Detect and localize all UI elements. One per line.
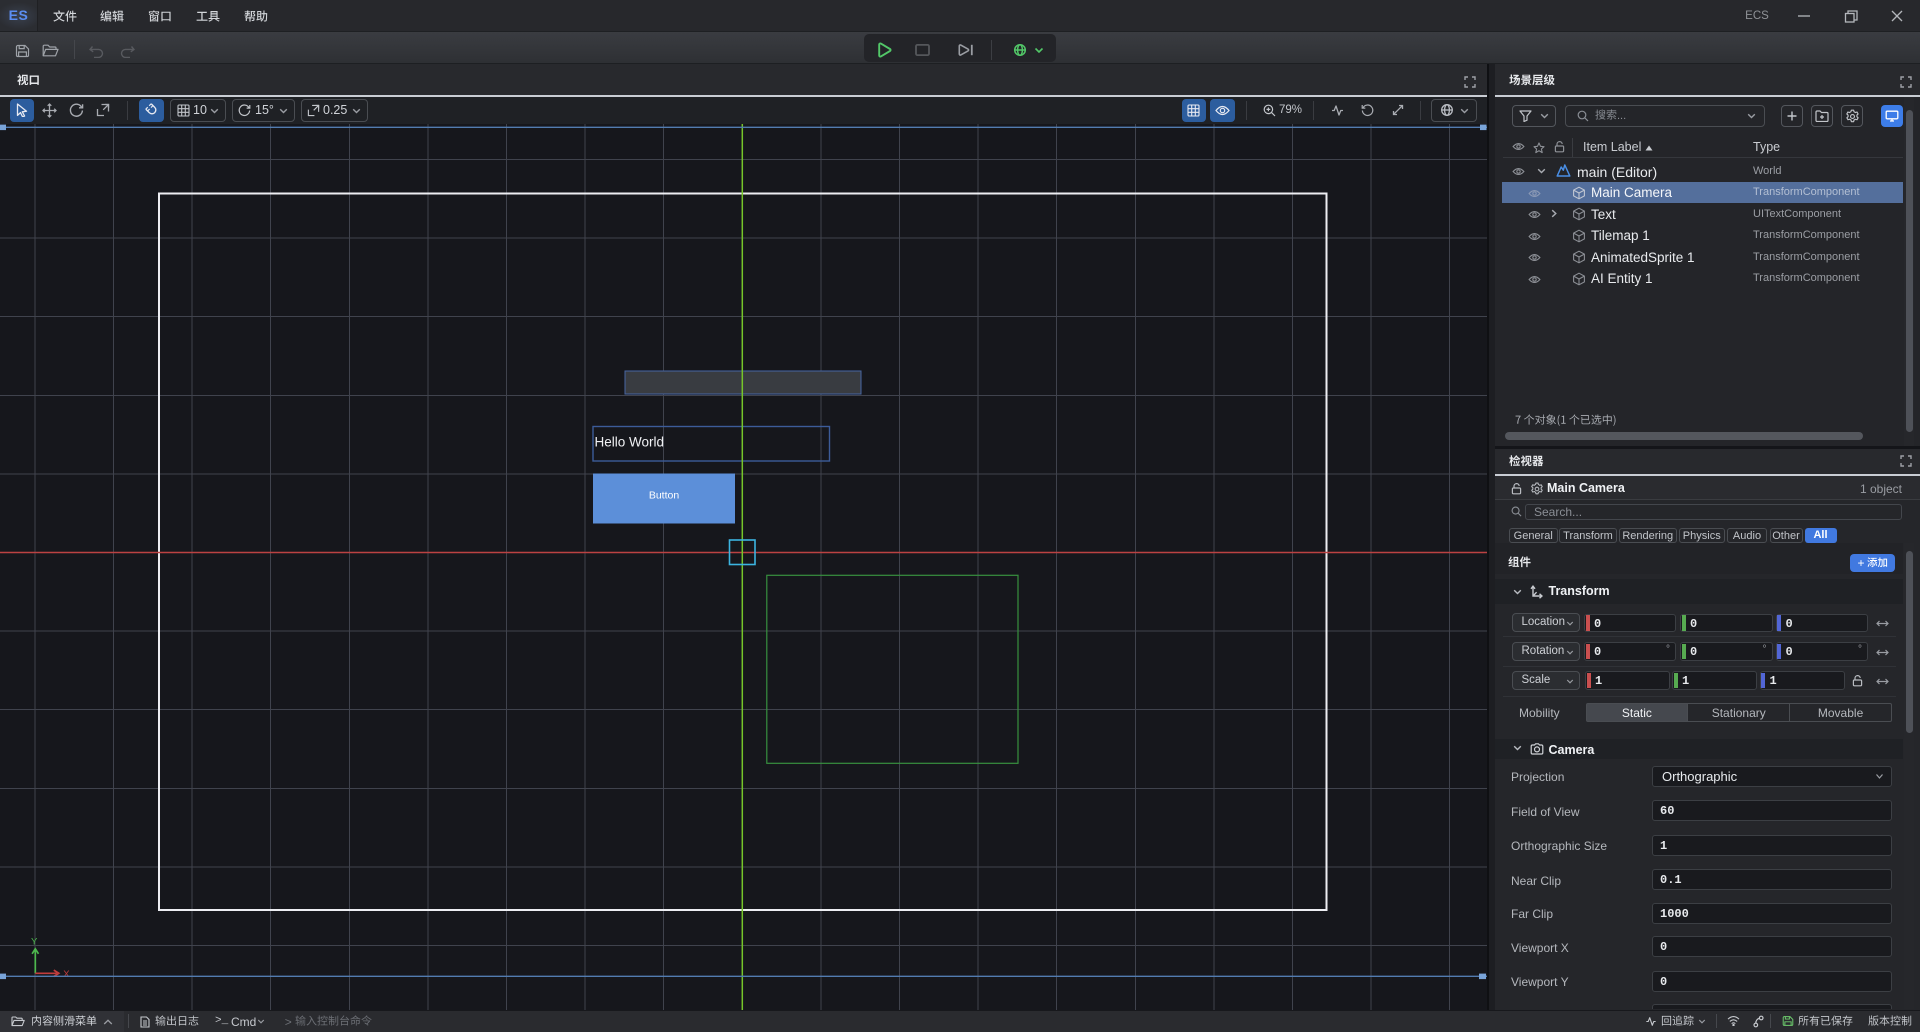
svg-text:X: X — [63, 969, 70, 980]
svg-text:Button: Button — [649, 490, 680, 502]
svg-text:Y: Y — [31, 936, 38, 947]
svg-text:Hello World: Hello World — [595, 435, 665, 450]
